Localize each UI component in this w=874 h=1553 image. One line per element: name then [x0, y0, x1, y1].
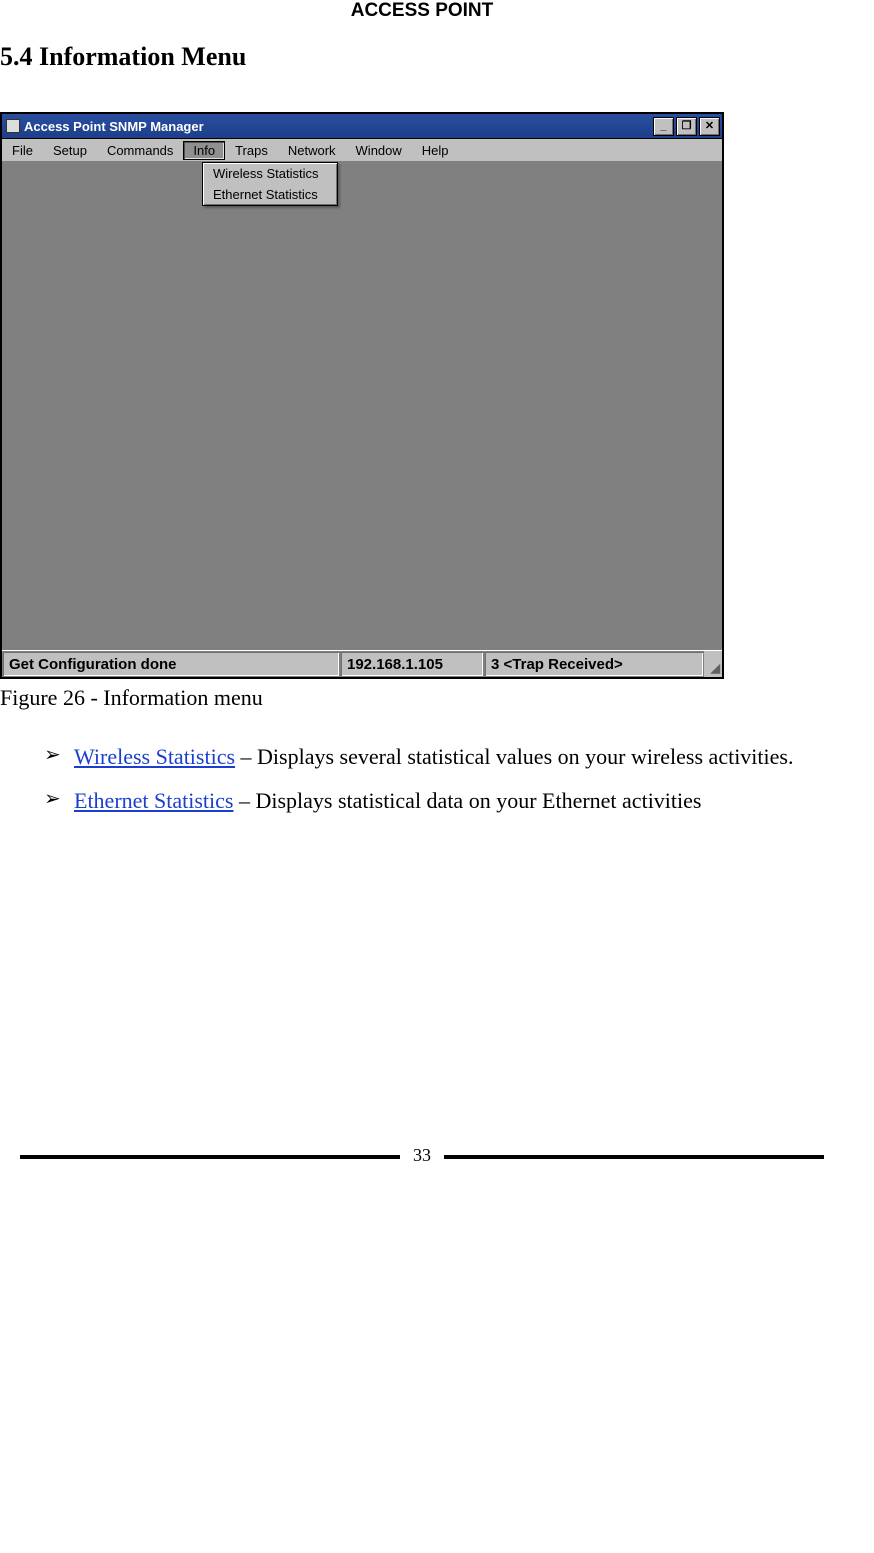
resize-grip-icon[interactable]: ◢ [704, 651, 722, 677]
bullet-text: – Displays several statistical values on… [235, 744, 793, 769]
menu-commands[interactable]: Commands [97, 141, 183, 160]
window-title: Access Point SNMP Manager [24, 119, 653, 134]
titlebar: Access Point SNMP Manager _ ❐ ✕ [2, 114, 722, 139]
info-dropdown: Wireless Statistics Ethernet Statistics [202, 162, 338, 206]
menubar: File Setup Commands Info Traps Network W… [2, 139, 722, 162]
menu-help[interactable]: Help [412, 141, 459, 160]
status-trap: 3 <Trap Received> [484, 651, 704, 677]
menu-file[interactable]: File [2, 141, 43, 160]
minimize-button[interactable]: _ [653, 117, 674, 136]
app-window: Access Point SNMP Manager _ ❐ ✕ File Set… [0, 112, 724, 679]
menu-window[interactable]: Window [346, 141, 412, 160]
bullet-text: – Displays statistical data on your Ethe… [233, 788, 701, 813]
dropdown-item-wireless-statistics[interactable]: Wireless Statistics [203, 163, 337, 184]
bullet-list: Wireless Statistics – Displays several s… [0, 735, 844, 823]
status-message: Get Configuration done [2, 651, 340, 677]
running-header: ACCESS POINT [0, 0, 844, 22]
menu-network[interactable]: Network [278, 141, 346, 160]
status-ip: 192.168.1.105 [340, 651, 484, 677]
list-item: Wireless Statistics – Displays several s… [44, 735, 844, 779]
link-wireless-statistics[interactable]: Wireless Statistics [74, 744, 235, 769]
restore-button[interactable]: ❐ [676, 117, 697, 136]
menu-info[interactable]: Info [183, 141, 225, 160]
menu-traps[interactable]: Traps [225, 141, 278, 160]
footer-rule-right [444, 1155, 824, 1159]
dropdown-item-ethernet-statistics[interactable]: Ethernet Statistics [203, 184, 337, 205]
link-ethernet-statistics[interactable]: Ethernet Statistics [74, 788, 233, 813]
app-icon [6, 119, 20, 133]
section-heading: 5.4 Information Menu [0, 42, 844, 72]
statusbar: Get Configuration done 192.168.1.105 3 <… [2, 650, 722, 677]
client-area [2, 162, 722, 650]
list-item: Ethernet Statistics – Displays statistic… [44, 779, 844, 823]
menu-setup[interactable]: Setup [43, 141, 97, 160]
close-button[interactable]: ✕ [699, 117, 720, 136]
page-footer: 33 [0, 1143, 844, 1173]
figure-caption: Figure 26 - Information menu [0, 685, 844, 711]
screenshot-figure: Access Point SNMP Manager _ ❐ ✕ File Set… [0, 112, 844, 679]
